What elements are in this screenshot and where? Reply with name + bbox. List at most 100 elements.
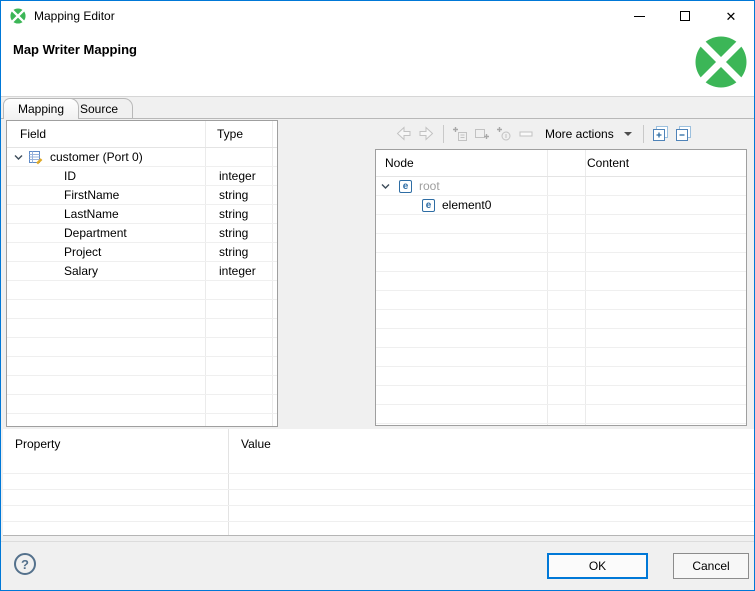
empty-row bbox=[376, 291, 746, 310]
map-arrow-left-button[interactable] bbox=[392, 123, 415, 145]
tab-folder-border bbox=[1, 118, 754, 119]
empty-row bbox=[376, 348, 746, 367]
clover-logo bbox=[695, 36, 747, 88]
empty-row bbox=[376, 329, 746, 348]
property-column-header[interactable]: Property bbox=[15, 437, 60, 451]
empty-row bbox=[7, 281, 277, 300]
field-name: ID bbox=[64, 169, 76, 183]
toolbar-separator bbox=[642, 124, 644, 143]
empty-row bbox=[7, 338, 277, 357]
more-actions-button[interactable]: More actions bbox=[537, 123, 638, 145]
toolbar-separator bbox=[443, 124, 444, 143]
node-child-label: element0 bbox=[442, 198, 492, 212]
expand-all-button[interactable] bbox=[649, 123, 672, 145]
empty-row bbox=[376, 424, 746, 425]
add-attribute-button[interactable] bbox=[493, 123, 515, 145]
help-button[interactable]: ? bbox=[14, 553, 36, 575]
add-element-icon bbox=[475, 128, 489, 139]
field-type: string bbox=[219, 188, 249, 202]
collapse-all-icon bbox=[675, 126, 691, 141]
field-row[interactable]: Salary integer bbox=[7, 262, 277, 281]
field-table: Field Type customer (Port 0) ID integer … bbox=[6, 120, 278, 427]
wildcard-icon bbox=[519, 131, 533, 136]
tab-mapping-label: Mapping bbox=[18, 102, 65, 116]
property-table-header: Property Value bbox=[3, 429, 754, 474]
empty-row bbox=[376, 405, 746, 424]
empty-row bbox=[7, 414, 277, 426]
node-row-element0[interactable]: e element0 bbox=[376, 196, 746, 215]
field-column-header[interactable]: Field bbox=[20, 127, 46, 141]
empty-row bbox=[7, 395, 277, 414]
maximize-icon bbox=[680, 11, 690, 21]
element-icon: e bbox=[399, 179, 412, 193]
maximize-button[interactable] bbox=[662, 1, 708, 31]
field-type: string bbox=[219, 245, 249, 259]
window-controls: ✕ bbox=[616, 1, 754, 31]
field-row[interactable]: Department string bbox=[7, 224, 277, 243]
content-column-header[interactable]: Content bbox=[587, 156, 629, 170]
type-column-header[interactable]: Type bbox=[217, 127, 243, 141]
close-button[interactable]: ✕ bbox=[708, 1, 754, 31]
add-element-button[interactable] bbox=[471, 123, 493, 145]
field-name: Salary bbox=[64, 264, 99, 278]
node-row-root[interactable]: e root bbox=[376, 177, 746, 196]
field-type: integer bbox=[219, 169, 256, 183]
cancel-button[interactable]: Cancel bbox=[673, 553, 749, 579]
ok-button-label: OK bbox=[588, 559, 607, 573]
cancel-button-label: Cancel bbox=[692, 559, 730, 573]
field-row[interactable]: ID integer bbox=[7, 167, 277, 186]
empty-row bbox=[376, 386, 746, 405]
empty-row bbox=[3, 474, 754, 490]
chevron-down-icon[interactable] bbox=[380, 181, 391, 192]
ok-button[interactable]: OK bbox=[547, 553, 648, 579]
help-icon: ? bbox=[21, 556, 29, 572]
window-title: Mapping Editor bbox=[34, 9, 115, 23]
empty-row bbox=[7, 300, 277, 319]
mapping-editor-window: Mapping Editor ✕ Map Writer Mapping Mapp… bbox=[0, 0, 755, 591]
empty-row bbox=[376, 215, 746, 234]
field-row[interactable]: FirstName string bbox=[7, 186, 277, 205]
field-row-customer[interactable]: customer (Port 0) bbox=[7, 148, 277, 167]
add-child-element-button[interactable] bbox=[449, 123, 471, 145]
value-column-header[interactable]: Value bbox=[241, 437, 271, 451]
arrow-right-icon bbox=[419, 126, 434, 141]
field-name: FirstName bbox=[64, 188, 120, 202]
chevron-down-icon[interactable] bbox=[13, 152, 24, 163]
field-row[interactable]: LastName string bbox=[7, 205, 277, 224]
add-wildcard-button[interactable] bbox=[515, 123, 537, 145]
minimize-button[interactable] bbox=[616, 1, 662, 31]
field-name: Project bbox=[64, 245, 102, 259]
minimize-icon bbox=[633, 15, 645, 17]
map-arrow-right-button[interactable] bbox=[415, 123, 438, 145]
element-icon: e bbox=[422, 198, 435, 212]
mapping-toolbar: More actions bbox=[375, 120, 747, 147]
collapse-all-button[interactable] bbox=[672, 123, 695, 145]
dropdown-caret-icon bbox=[623, 131, 632, 136]
empty-row bbox=[3, 506, 754, 522]
more-actions-label: More actions bbox=[545, 126, 614, 141]
app-clover-icon bbox=[10, 8, 26, 24]
tab-mapping[interactable]: Mapping bbox=[3, 98, 80, 119]
field-table-header: Field Type bbox=[7, 121, 277, 148]
add-child-element-icon bbox=[453, 126, 467, 141]
dialog-header: Map Writer Mapping bbox=[1, 31, 754, 97]
field-name: Department bbox=[64, 226, 127, 240]
empty-row bbox=[3, 490, 754, 506]
field-row[interactable]: Project string bbox=[7, 243, 277, 262]
node-column-header[interactable]: Node bbox=[385, 156, 414, 170]
field-type: integer bbox=[219, 264, 256, 278]
page-title: Map Writer Mapping bbox=[13, 42, 137, 57]
add-attribute-icon bbox=[497, 126, 511, 140]
node-table: Node Content e root e element0 bbox=[375, 149, 747, 426]
arrow-left-icon bbox=[396, 126, 411, 141]
empty-row bbox=[7, 376, 277, 395]
empty-row bbox=[376, 367, 746, 386]
close-icon: ✕ bbox=[725, 8, 737, 24]
node-root-label: root bbox=[419, 179, 440, 193]
empty-row bbox=[376, 253, 746, 272]
field-root-label: customer (Port 0) bbox=[50, 150, 143, 164]
empty-row bbox=[376, 272, 746, 291]
node-table-header: Node Content bbox=[376, 150, 746, 177]
empty-row bbox=[3, 522, 754, 535]
empty-row bbox=[7, 357, 277, 376]
